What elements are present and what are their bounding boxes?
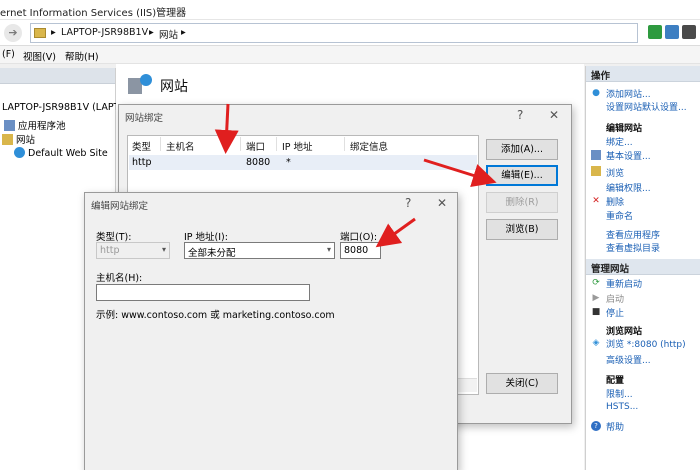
window-title: ernet Information Services (IIS)管理器 xyxy=(0,8,187,19)
ip-select[interactable]: 全部未分配 ▾ xyxy=(184,242,335,259)
example-text: 示例: www.contoso.com 或 marketing.contoso.… xyxy=(96,310,335,321)
tree-app-pools[interactable]: 应用程序池 xyxy=(4,118,66,132)
action-set-defaults[interactable]: 设置网站默认设置... xyxy=(606,100,687,113)
page-title: 网站 xyxy=(160,79,188,95)
add-button[interactable]: 添加(A)... xyxy=(486,139,558,160)
menu-view[interactable]: 视图(V) xyxy=(23,49,56,63)
browse-site-header: 浏览网站 xyxy=(606,327,643,337)
basic-settings-icon xyxy=(591,150,601,160)
chevron-down-icon: ▾ xyxy=(326,245,331,254)
tree-server[interactable]: LAPTOP-JSR98B1V (LAPTO xyxy=(2,102,127,113)
tree-server-label: LAPTOP-JSR98B1V (LAPTO xyxy=(2,102,127,113)
action-view-vdirs[interactable]: 查看虚拟目录 xyxy=(606,241,660,254)
chevron-down-icon: ▾ xyxy=(161,245,166,254)
help-toolbar-icon[interactable] xyxy=(682,25,696,39)
go-icon[interactable] xyxy=(648,25,662,39)
action-bindings[interactable]: 绑定... xyxy=(606,135,633,148)
col-port[interactable]: 端口 xyxy=(246,139,265,153)
browse-folder-icon xyxy=(591,166,601,176)
action-start[interactable]: 启动 xyxy=(606,292,624,305)
crumb-server[interactable]: LAPTOP-JSR98B1V xyxy=(61,27,148,38)
port-label: 端口(O): xyxy=(340,232,378,243)
type-select[interactable]: http ▾ xyxy=(96,242,170,259)
sites-folder-icon xyxy=(2,134,13,145)
help-icon: ? xyxy=(591,421,601,431)
col-host[interactable]: 主机名 xyxy=(166,139,195,153)
col-ip[interactable]: IP 地址 xyxy=(282,139,313,153)
table-row[interactable] xyxy=(129,155,477,170)
action-basic-settings[interactable]: 基本设置... xyxy=(606,149,651,162)
action-restart[interactable]: 重新启动 xyxy=(606,277,642,290)
actions-header: 操作 xyxy=(586,66,700,82)
edit-site-header: 编辑网站 xyxy=(606,124,643,134)
tree-sites-label: 网站 xyxy=(16,135,36,146)
window-title-bar: ernet Information Services (IIS)管理器 xyxy=(0,0,700,20)
folder-icon xyxy=(34,28,46,38)
menu-help[interactable]: 帮助(H) xyxy=(65,49,99,63)
action-view-apps[interactable]: 查看应用程序 xyxy=(606,228,660,241)
action-edit-perms[interactable]: 编辑权限... xyxy=(606,181,651,194)
host-input[interactable] xyxy=(96,284,310,301)
remove-button[interactable]: 删除(R) xyxy=(486,192,558,213)
action-browse-8080[interactable]: 浏览 *:8080 (http) xyxy=(606,337,686,350)
type-label: 类型(T): xyxy=(96,232,132,243)
close-button[interactable]: 关闭(C) xyxy=(486,373,558,394)
address-bar-row: ➔ ▸ LAPTOP-JSR98B1V ▸ 网站 ▸ xyxy=(0,20,700,46)
site-bindings-title: 网站绑定 xyxy=(125,113,164,124)
action-browse[interactable]: 浏览 xyxy=(606,166,624,179)
action-advanced[interactable]: 高级设置... xyxy=(606,353,651,366)
close-icon[interactable]: ✕ xyxy=(437,196,447,210)
help-question-icon[interactable]: ? xyxy=(517,108,523,122)
action-add-site[interactable]: 添加网站... xyxy=(606,87,651,100)
host-label: 主机名(H): xyxy=(96,273,143,284)
delete-x-icon: ✕ xyxy=(592,196,600,206)
col-type[interactable]: 类型 xyxy=(132,139,151,153)
manage-site-header: 管理网站 xyxy=(586,259,700,275)
add-site-icon: ● xyxy=(592,88,600,98)
action-rename[interactable]: 重命名 xyxy=(606,209,633,222)
row-type: http xyxy=(132,157,152,168)
ip-select-value: 全部未分配 xyxy=(188,248,236,259)
col-info[interactable]: 绑定信息 xyxy=(350,139,388,153)
sites-feature-icon xyxy=(128,72,152,96)
action-stop[interactable]: 停止 xyxy=(606,306,624,319)
row-port: 8080 xyxy=(246,157,271,168)
actions-pane: 操作 ● 添加网站... 设置网站默认设置... 编辑网站 绑定... 基本设置… xyxy=(585,66,700,470)
menu-file[interactable]: (F) xyxy=(2,49,15,60)
edit-binding-title: 编辑网站绑定 xyxy=(91,201,149,212)
tree-app-pools-label: 应用程序池 xyxy=(18,121,66,132)
row-ip: * xyxy=(286,157,291,168)
back-arrow-icon[interactable]: ➔ xyxy=(4,24,22,42)
action-hsts[interactable]: HSTS... xyxy=(606,402,638,412)
tree-default-site[interactable]: Default Web Site xyxy=(14,147,108,159)
tree-sites[interactable]: 网站 xyxy=(2,132,35,146)
action-limits[interactable]: 限制... xyxy=(606,387,633,400)
tree-default-site-label: Default Web Site xyxy=(28,148,108,159)
edit-button[interactable]: 编辑(E)... xyxy=(486,165,558,186)
edit-binding-dialog: 编辑网站绑定 ? ✕ 类型(T): http ▾ IP 地址(I): 全部未分配… xyxy=(84,192,458,470)
app-pool-icon xyxy=(4,120,15,131)
action-delete[interactable]: 删除 xyxy=(606,195,624,208)
start-icon: ▶ xyxy=(592,293,600,303)
menu-bar: (F) 视图(V) 帮助(H) xyxy=(0,46,700,64)
browse-web-icon: ◈ xyxy=(592,338,600,348)
connections-header xyxy=(0,68,115,84)
crumb-sites[interactable]: 网站 xyxy=(159,27,178,41)
ip-label: IP 地址(I): xyxy=(184,232,228,243)
close-icon[interactable]: ✕ xyxy=(549,108,559,122)
address-bar[interactable]: ▸ LAPTOP-JSR98B1V ▸ 网站 ▸ xyxy=(30,23,638,43)
restart-icon: ⟳ xyxy=(592,278,600,288)
browse-button[interactable]: 浏览(B) xyxy=(486,219,558,240)
refresh-icon[interactable] xyxy=(665,25,679,39)
port-input[interactable]: 8080 xyxy=(340,242,381,259)
stop-icon: ■ xyxy=(591,307,601,317)
help-question-icon[interactable]: ? xyxy=(405,196,411,210)
globe-icon xyxy=(14,147,25,158)
config-header: 配置 xyxy=(606,376,625,386)
type-select-value: http xyxy=(100,245,120,256)
action-help[interactable]: 帮助 xyxy=(606,420,624,433)
